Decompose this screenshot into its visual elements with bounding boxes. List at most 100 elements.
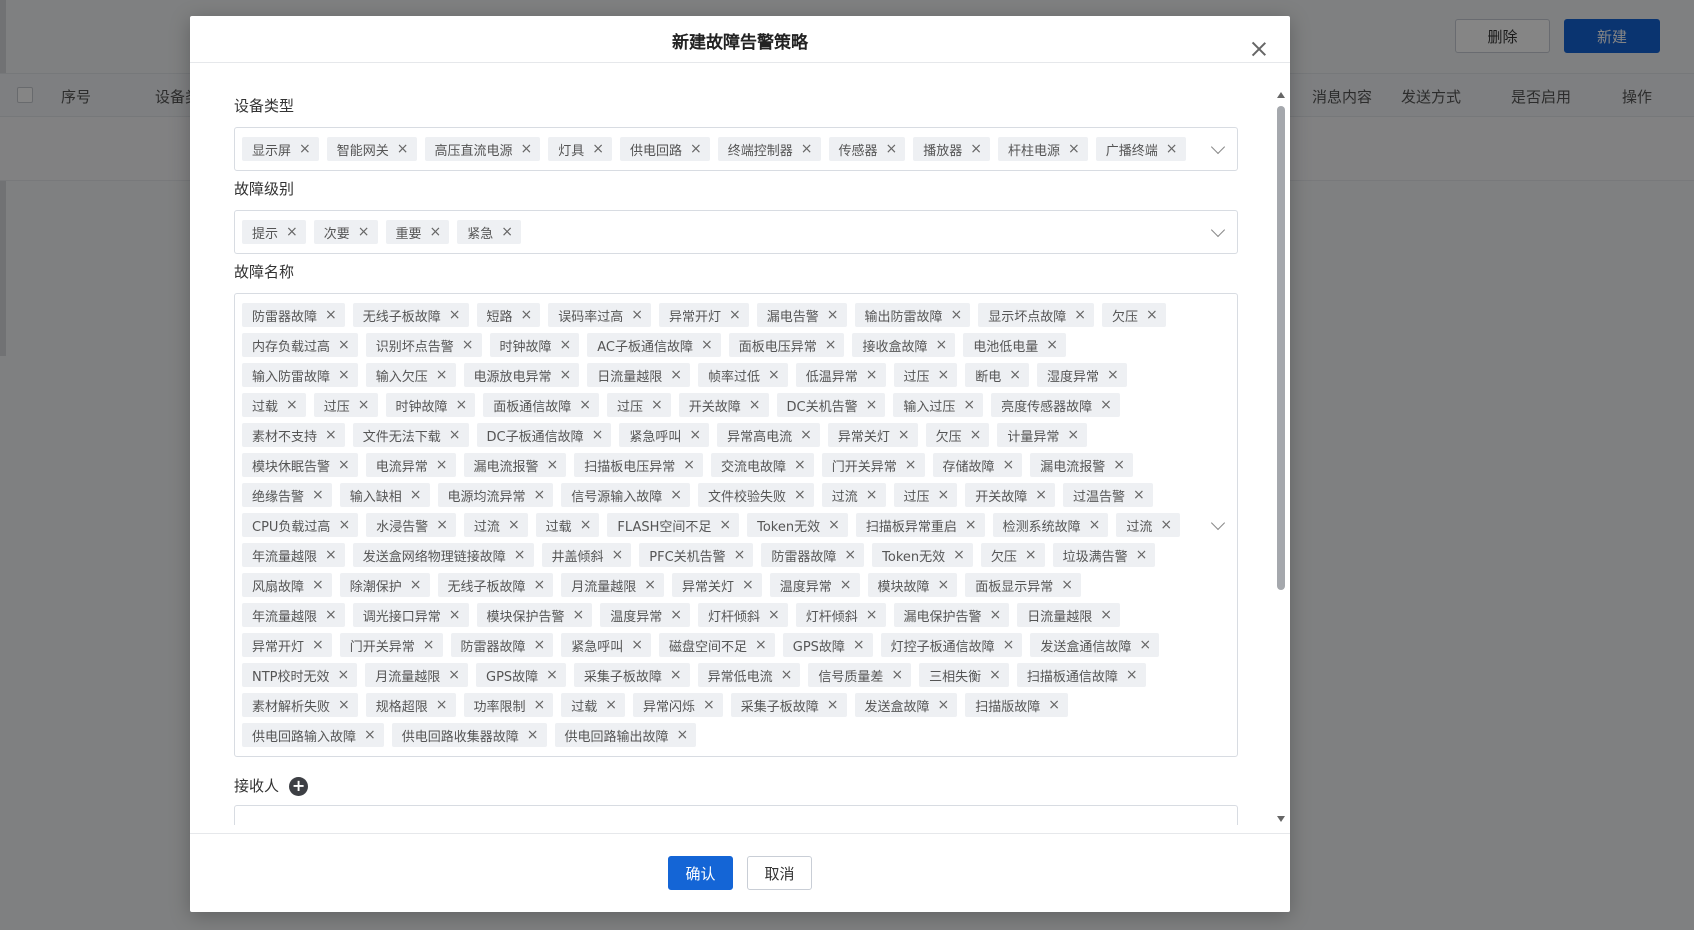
- chevron-down-icon[interactable]: [1210, 515, 1226, 531]
- tag-remove-icon[interactable]: ×: [1068, 142, 1080, 156]
- tag-remove-icon[interactable]: ×: [1100, 608, 1112, 622]
- tag-remove-icon[interactable]: ×: [338, 368, 350, 382]
- tag-remove-icon[interactable]: ×: [364, 728, 376, 742]
- tag-remove-icon[interactable]: ×: [325, 608, 337, 622]
- tag-remove-icon[interactable]: ×: [514, 548, 526, 562]
- tag-remove-icon[interactable]: ×: [631, 638, 643, 652]
- tag-remove-icon[interactable]: ×: [312, 578, 324, 592]
- tag-remove-icon[interactable]: ×: [462, 338, 474, 352]
- tag-remove-icon[interactable]: ×: [755, 638, 767, 652]
- tag-remove-icon[interactable]: ×: [1146, 308, 1158, 322]
- tag-remove-icon[interactable]: ×: [1166, 142, 1178, 156]
- tag-remove-icon[interactable]: ×: [521, 142, 533, 156]
- tag-remove-icon[interactable]: ×: [866, 398, 878, 412]
- tag-remove-icon[interactable]: ×: [338, 698, 350, 712]
- tag-remove-icon[interactable]: ×: [891, 668, 903, 682]
- tag-remove-icon[interactable]: ×: [325, 308, 337, 322]
- tag-remove-icon[interactable]: ×: [312, 488, 324, 502]
- tag-remove-icon[interactable]: ×: [501, 225, 513, 239]
- tag-remove-icon[interactable]: ×: [449, 608, 461, 622]
- tag-remove-icon[interactable]: ×: [703, 698, 715, 712]
- tag-remove-icon[interactable]: ×: [338, 458, 350, 472]
- tag-remove-icon[interactable]: ×: [936, 338, 948, 352]
- tag-remove-icon[interactable]: ×: [1100, 398, 1112, 412]
- tag-remove-icon[interactable]: ×: [1035, 488, 1047, 502]
- tag-remove-icon[interactable]: ×: [1074, 308, 1086, 322]
- scroll-up-arrow-icon[interactable]: [1277, 92, 1285, 98]
- tag-remove-icon[interactable]: ×: [410, 488, 422, 502]
- tag-remove-icon[interactable]: ×: [938, 368, 950, 382]
- tag-remove-icon[interactable]: ×: [325, 428, 337, 442]
- tag-remove-icon[interactable]: ×: [905, 458, 917, 472]
- tag-remove-icon[interactable]: ×: [800, 428, 812, 442]
- tag-remove-icon[interactable]: ×: [938, 698, 950, 712]
- tag-remove-icon[interactable]: ×: [1107, 368, 1119, 382]
- tag-remove-icon[interactable]: ×: [1139, 638, 1151, 652]
- tag-remove-icon[interactable]: ×: [828, 518, 840, 532]
- tag-remove-icon[interactable]: ×: [989, 668, 1001, 682]
- tag-remove-icon[interactable]: ×: [547, 458, 559, 472]
- tag-remove-icon[interactable]: ×: [1067, 428, 1079, 442]
- tag-remove-icon[interactable]: ×: [580, 518, 592, 532]
- tag-remove-icon[interactable]: ×: [794, 458, 806, 472]
- tag-remove-icon[interactable]: ×: [397, 142, 409, 156]
- tag-remove-icon[interactable]: ×: [456, 398, 468, 412]
- tag-remove-icon[interactable]: ×: [286, 225, 298, 239]
- tag-remove-icon[interactable]: ×: [970, 428, 982, 442]
- tag-remove-icon[interactable]: ×: [1061, 578, 1073, 592]
- tag-remove-icon[interactable]: ×: [527, 728, 539, 742]
- tag-remove-icon[interactable]: ×: [1160, 518, 1172, 532]
- tag-remove-icon[interactable]: ×: [436, 458, 448, 472]
- tag-remove-icon[interactable]: ×: [436, 518, 448, 532]
- tag-remove-icon[interactable]: ×: [670, 668, 682, 682]
- tag-remove-icon[interactable]: ×: [1003, 458, 1015, 472]
- tag-remove-icon[interactable]: ×: [651, 398, 663, 412]
- tag-remove-icon[interactable]: ×: [853, 638, 865, 652]
- tag-remove-icon[interactable]: ×: [534, 488, 546, 502]
- tag-remove-icon[interactable]: ×: [1133, 488, 1145, 502]
- tag-remove-icon[interactable]: ×: [749, 398, 761, 412]
- tag-remove-icon[interactable]: ×: [1046, 338, 1058, 352]
- tag-remove-icon[interactable]: ×: [573, 608, 585, 622]
- scrollbar-thumb[interactable]: [1277, 106, 1285, 590]
- cancel-button[interactable]: 取消: [747, 856, 812, 890]
- tag-remove-icon[interactable]: ×: [1089, 518, 1101, 532]
- tag-remove-icon[interactable]: ×: [677, 728, 689, 742]
- tag-remove-icon[interactable]: ×: [644, 578, 656, 592]
- tag-remove-icon[interactable]: ×: [579, 398, 591, 412]
- tag-remove-icon[interactable]: ×: [338, 518, 350, 532]
- tag-remove-icon[interactable]: ×: [953, 548, 965, 562]
- tag-remove-icon[interactable]: ×: [338, 338, 350, 352]
- tag-remove-icon[interactable]: ×: [358, 225, 370, 239]
- tag-remove-icon[interactable]: ×: [938, 488, 950, 502]
- receiver-input[interactable]: [234, 805, 1238, 825]
- tag-remove-icon[interactable]: ×: [312, 638, 324, 652]
- tag-remove-icon[interactable]: ×: [560, 368, 572, 382]
- tag-remove-icon[interactable]: ×: [436, 698, 448, 712]
- tag-remove-icon[interactable]: ×: [325, 548, 337, 562]
- tag-remove-icon[interactable]: ×: [781, 668, 793, 682]
- tag-remove-icon[interactable]: ×: [1003, 638, 1015, 652]
- tag-remove-icon[interactable]: ×: [683, 458, 695, 472]
- tag-remove-icon[interactable]: ×: [436, 368, 448, 382]
- tag-remove-icon[interactable]: ×: [951, 308, 963, 322]
- tag-remove-icon[interactable]: ×: [299, 142, 311, 156]
- tag-remove-icon[interactable]: ×: [840, 578, 852, 592]
- tag-remove-icon[interactable]: ×: [670, 368, 682, 382]
- tag-remove-icon[interactable]: ×: [742, 578, 754, 592]
- tag-remove-icon[interactable]: ×: [1009, 368, 1021, 382]
- tag-remove-icon[interactable]: ×: [970, 142, 982, 156]
- tag-remove-icon[interactable]: ×: [631, 308, 643, 322]
- tag-remove-icon[interactable]: ×: [866, 488, 878, 502]
- tag-remove-icon[interactable]: ×: [546, 668, 558, 682]
- tag-remove-icon[interactable]: ×: [1136, 548, 1148, 562]
- tag-remove-icon[interactable]: ×: [719, 518, 731, 532]
- tag-remove-icon[interactable]: ×: [560, 338, 572, 352]
- tag-remove-icon[interactable]: ×: [534, 578, 546, 592]
- scroll-down-arrow-icon[interactable]: [1277, 816, 1285, 822]
- tag-remove-icon[interactable]: ×: [286, 398, 298, 412]
- chevron-down-icon[interactable]: [1210, 222, 1226, 238]
- tag-remove-icon[interactable]: ×: [963, 398, 975, 412]
- tag-remove-icon[interactable]: ×: [768, 608, 780, 622]
- tag-remove-icon[interactable]: ×: [423, 638, 435, 652]
